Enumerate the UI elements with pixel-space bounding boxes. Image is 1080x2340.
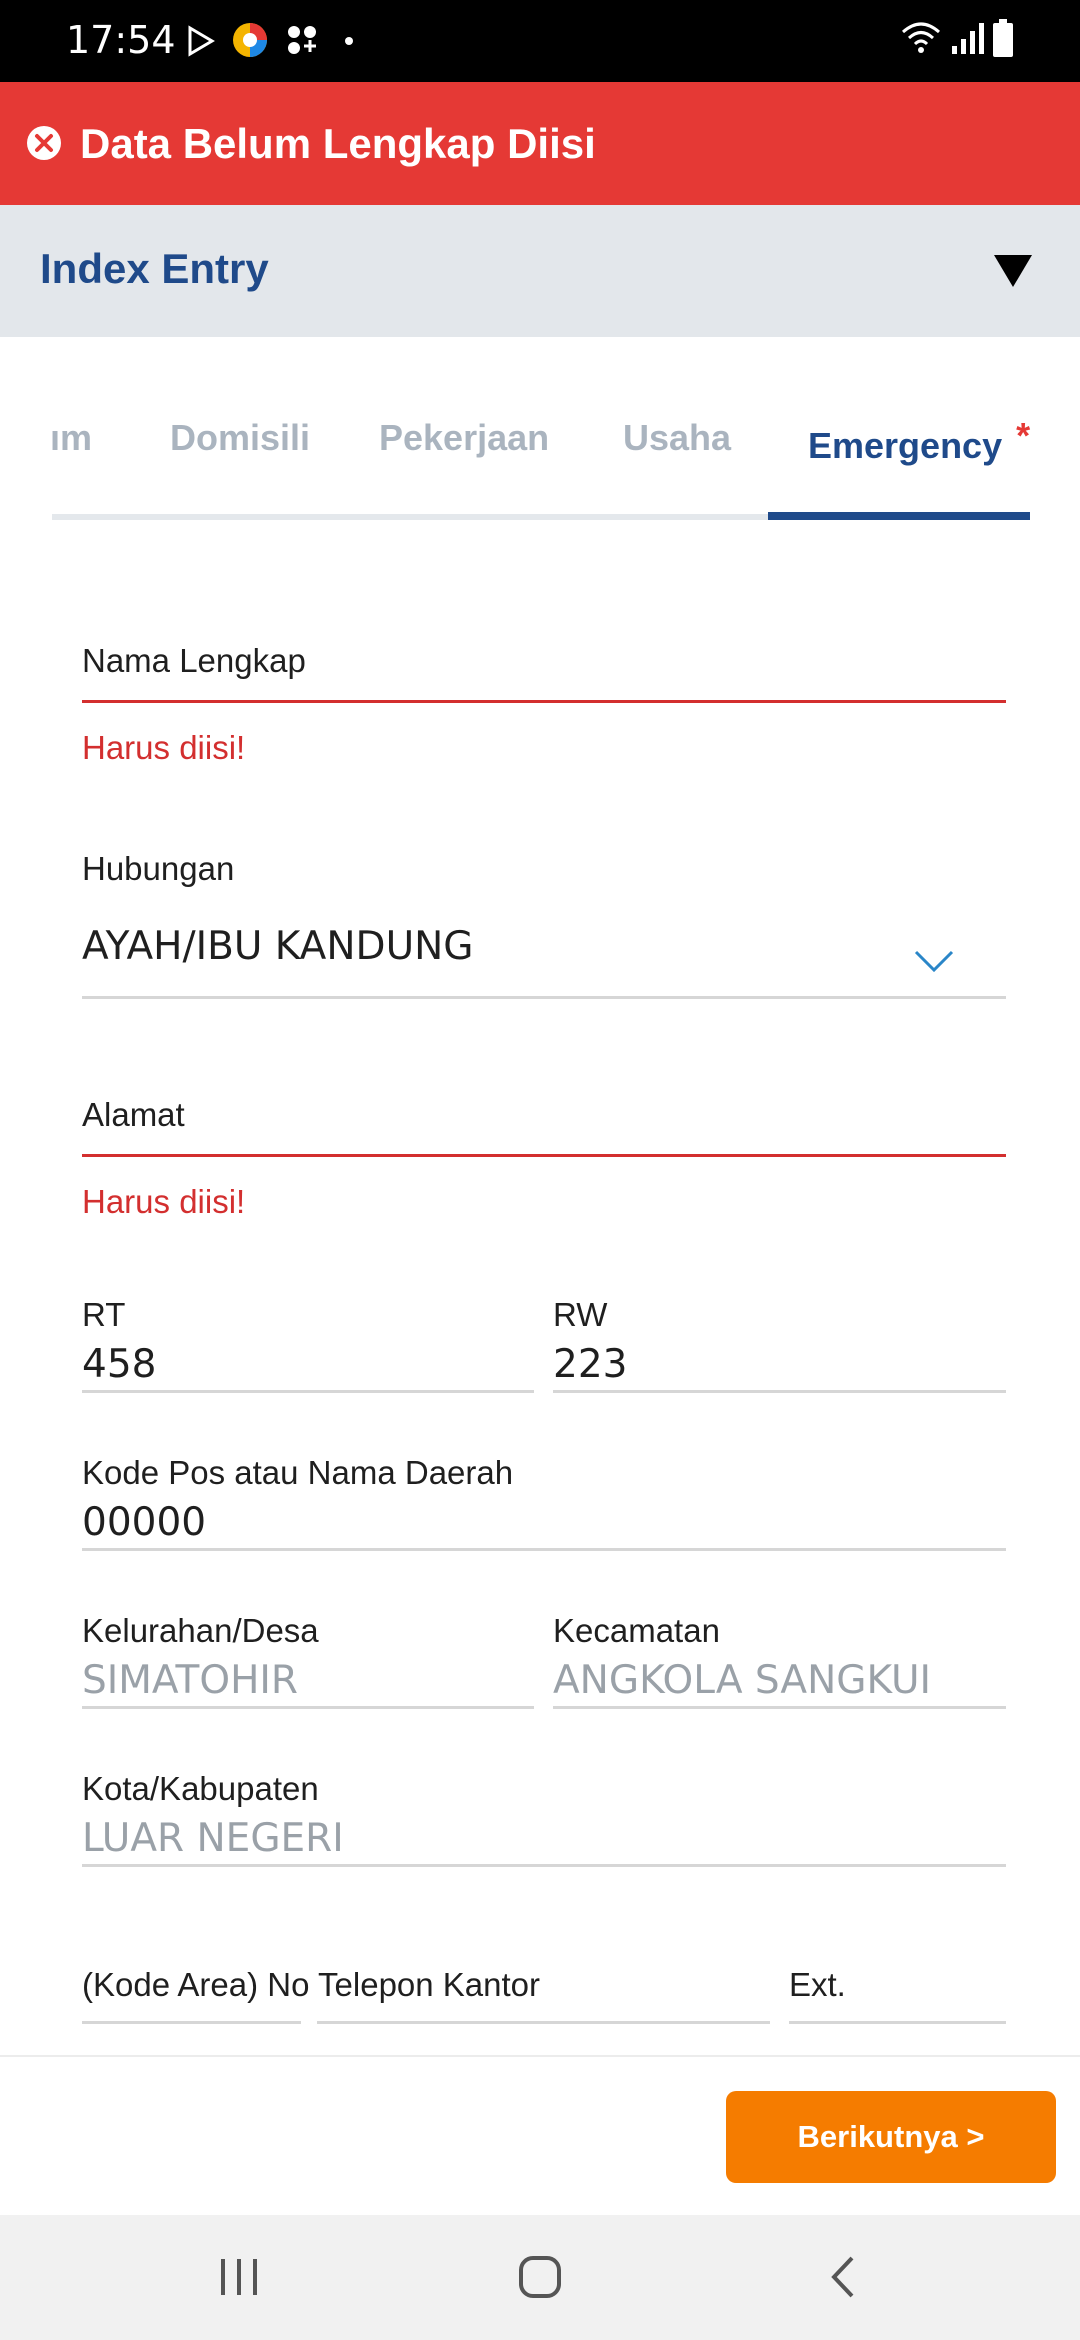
kode-pos-label: Kode Pos atau Nama Daerah bbox=[82, 1454, 514, 1491]
status-time: 17:54 bbox=[66, 18, 176, 62]
kota-label: Kota/Kabupaten bbox=[82, 1770, 319, 1807]
rt-input[interactable]: 458 bbox=[82, 1342, 156, 1387]
alamat-label: Alamat bbox=[82, 1096, 185, 1133]
error-banner: Data Belum Lengkap Diisi bbox=[0, 82, 1080, 205]
close-circle-icon[interactable] bbox=[26, 125, 62, 161]
chevron-down-icon[interactable] bbox=[914, 950, 954, 974]
kelurahan-label: Kelurahan/Desa bbox=[82, 1612, 319, 1649]
kecamatan-underline bbox=[553, 1706, 1006, 1709]
kecamatan-input: ANGKOLA SANGKUI bbox=[553, 1658, 932, 1703]
tab-emergency[interactable]: Emergency * bbox=[808, 415, 1030, 467]
rw-label: RW bbox=[553, 1296, 608, 1333]
hubungan-label: Hubungan bbox=[82, 850, 235, 887]
nama-lengkap-input[interactable] bbox=[82, 700, 1006, 703]
rw-underline bbox=[553, 1390, 1006, 1393]
banner-title: Data Belum Lengkap Diisi bbox=[80, 120, 596, 167]
caret-down-icon[interactable] bbox=[994, 255, 1032, 287]
alamat-error: Harus diisi! bbox=[82, 1183, 246, 1220]
tab-usaha[interactable]: Usaha bbox=[623, 417, 731, 459]
recent-apps-icon[interactable] bbox=[218, 2257, 260, 2297]
back-icon[interactable] bbox=[828, 2255, 858, 2299]
area-code-input[interactable] bbox=[82, 2021, 301, 2024]
games-icon bbox=[288, 26, 316, 54]
kota-input: LUAR NEGERI bbox=[82, 1816, 344, 1861]
kecamatan-label: Kecamatan bbox=[553, 1612, 720, 1649]
kelurahan-input: SIMATOHIR bbox=[82, 1658, 299, 1703]
kode-pos-underline bbox=[82, 1548, 1006, 1551]
telepon-kantor-label: (Kode Area) No Telepon Kantor bbox=[82, 1966, 541, 2003]
nama-lengkap-error: Harus diisi! bbox=[82, 729, 246, 766]
tab-partial[interactable]: ım bbox=[50, 417, 92, 459]
ext-input[interactable] bbox=[789, 2021, 1006, 2024]
rt-underline bbox=[82, 1390, 534, 1393]
hubungan-underline bbox=[82, 996, 1006, 999]
battery-icon bbox=[993, 19, 1013, 57]
alamat-input[interactable] bbox=[82, 1154, 1006, 1157]
required-mark: * bbox=[1016, 415, 1031, 456]
nav-bar bbox=[0, 2215, 1080, 2340]
ext-label: Ext. bbox=[789, 1966, 846, 2003]
status-bar: 17:54 bbox=[0, 0, 1080, 82]
play-store-icon bbox=[188, 25, 215, 57]
next-button[interactable]: Berikutnya > bbox=[726, 2091, 1056, 2183]
tab-bar: ım Domisili Pekerjaan Usaha Emergency * bbox=[0, 337, 1080, 527]
kota-underline bbox=[82, 1864, 1006, 1867]
wifi-icon bbox=[902, 22, 940, 53]
tab-active-indicator bbox=[768, 512, 1030, 520]
tab-emergency-label: Emergency bbox=[808, 425, 1003, 466]
kelurahan-underline bbox=[82, 1706, 534, 1709]
home-icon[interactable] bbox=[518, 2255, 562, 2299]
rt-label: RT bbox=[82, 1296, 126, 1333]
dot-icon bbox=[345, 37, 353, 45]
section-header[interactable]: Index Entry bbox=[0, 205, 1080, 337]
rw-input[interactable]: 223 bbox=[553, 1342, 627, 1387]
tab-pekerjaan[interactable]: Pekerjaan bbox=[379, 417, 549, 459]
app-icon bbox=[233, 23, 267, 57]
section-title: Index Entry bbox=[40, 245, 269, 292]
tab-domisili[interactable]: Domisili bbox=[170, 417, 310, 459]
hubungan-select[interactable]: AYAH/IBU KANDUNG bbox=[82, 924, 474, 969]
kode-pos-input[interactable]: 00000 bbox=[82, 1500, 206, 1545]
nama-lengkap-label: Nama Lengkap bbox=[82, 642, 306, 679]
signal-icon bbox=[952, 23, 984, 54]
phone-number-input[interactable] bbox=[317, 2021, 770, 2024]
